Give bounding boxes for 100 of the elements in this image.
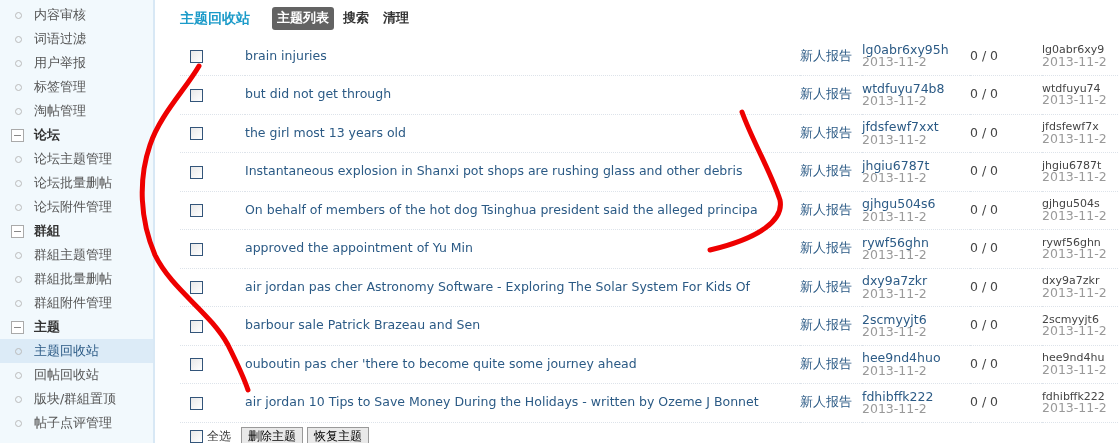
author-link[interactable]: hee9nd4huo bbox=[862, 351, 970, 365]
collapse-icon[interactable] bbox=[11, 224, 24, 238]
reply-count: 0 / 0 bbox=[970, 86, 999, 102]
forum-link[interactable]: 新人报告 bbox=[800, 201, 852, 217]
sidebar-item[interactable]: 群組批量删帖 bbox=[0, 267, 153, 291]
last-poster: lg0abr6xy9 bbox=[1042, 43, 1106, 56]
post-date: 2013-11-2 bbox=[862, 210, 927, 224]
reply-count: 0 / 0 bbox=[970, 278, 999, 294]
reply-count: 0 / 0 bbox=[970, 124, 999, 140]
forum-link[interactable]: 新人报告 bbox=[800, 163, 852, 179]
sidebar-item[interactable]: 论坛主题管理 bbox=[0, 147, 153, 171]
forum-link[interactable]: 新人报告 bbox=[800, 317, 852, 333]
forum-link[interactable]: 新人报告 bbox=[800, 240, 852, 256]
topic-link[interactable]: the girl most 13 years old bbox=[245, 124, 406, 140]
reply-count: 0 / 0 bbox=[970, 317, 999, 333]
last-post-date: 2013-11-2 bbox=[1042, 171, 1108, 184]
checkbox[interactable] bbox=[190, 242, 203, 256]
topic-link[interactable]: air jordan pas cher Astronomy Software - Exploring The Solar System For Kids Of bbox=[245, 278, 750, 294]
author-link[interactable]: jhgiu6787t bbox=[862, 158, 970, 173]
author-link[interactable]: wtdfuyu74b8 bbox=[862, 81, 970, 96]
sidebar-item[interactable]: 群組主题管理 bbox=[0, 243, 153, 267]
action-button[interactable]: 恢复主题 bbox=[307, 426, 369, 443]
checkbox[interactable] bbox=[190, 165, 203, 179]
section-title[interactable]: 论坛 bbox=[34, 125, 60, 145]
checkbox[interactable] bbox=[190, 358, 203, 372]
topic-link[interactable]: Instantaneous explosion in Shanxi pot shops are rushing glass and other debris bbox=[245, 163, 743, 179]
section-title[interactable]: 群組 bbox=[34, 221, 60, 241]
last-post-date: 2013-11-2 bbox=[1042, 363, 1108, 377]
author-link[interactable]: rywf56ghn bbox=[862, 235, 970, 250]
checkbox[interactable] bbox=[190, 429, 203, 443]
topic-link[interactable]: ouboutin pas cher 'there to become quite some journey ahead bbox=[245, 355, 637, 371]
last-poster: fdhibffk222 bbox=[1042, 390, 1106, 403]
author-link[interactable]: gjhgu504s6 bbox=[862, 197, 970, 211]
forum-link[interactable]: 新人报告 bbox=[800, 394, 852, 410]
topic-link[interactable]: brain injuries bbox=[245, 47, 327, 63]
reply-count: 0 / 0 bbox=[970, 355, 999, 371]
topic-link[interactable]: barbour sale Patrick Brazeau and Sen bbox=[245, 317, 481, 333]
post-date: 2013-11-2 bbox=[862, 364, 928, 378]
post-date: 2013-11-2 bbox=[862, 249, 927, 262]
last-poster: jhgiu6787t bbox=[1042, 159, 1102, 172]
last-poster: hee9nd4hu bbox=[1042, 352, 1106, 364]
sidebar-item[interactable]: 用户举报 bbox=[0, 51, 153, 75]
author-link[interactable]: fdhibffk222 bbox=[862, 389, 970, 404]
forum-link[interactable]: 新人报告 bbox=[800, 124, 852, 140]
sidebar-item[interactable]: 群組附件管理 bbox=[0, 291, 153, 315]
last-poster: rywf56ghn bbox=[1042, 236, 1101, 249]
sidebar-item[interactable]: 版块/群組置顶 bbox=[0, 387, 153, 411]
page-title: 主题回收站 bbox=[180, 9, 250, 28]
last-post-date: 2013-11-2 bbox=[1042, 286, 1108, 300]
select-all-label[interactable]: 全选 bbox=[207, 427, 231, 443]
collapse-icon[interactable] bbox=[11, 320, 24, 334]
collapse-icon[interactable] bbox=[11, 128, 24, 142]
forum-link[interactable]: 新人报告 bbox=[800, 278, 852, 294]
checkbox[interactable] bbox=[190, 319, 203, 333]
action-button[interactable]: 删除主题 bbox=[241, 426, 303, 443]
checkbox[interactable] bbox=[190, 88, 203, 102]
sidebar-item[interactable]: 淘帖管理 bbox=[0, 99, 153, 123]
last-poster: dxy9a7zkr bbox=[1042, 275, 1101, 287]
topic-link[interactable]: On behalf of members of the hot dog Tsinghua president said the alleged principa bbox=[245, 201, 758, 217]
sidebar-item[interactable]: 词语过滤 bbox=[0, 27, 153, 51]
topic-link[interactable]: air jordan 10 Tips to Save Money During the Holidays - written by Ozeme J Bonnet bbox=[245, 394, 759, 410]
post-date: 2013-11-2 bbox=[862, 287, 928, 301]
sidebar-item[interactable]: 论坛附件管理 bbox=[0, 195, 153, 219]
sidebar-item[interactable]: 帖子点评管理 bbox=[0, 411, 153, 435]
post-date: 2013-11-2 bbox=[862, 172, 927, 185]
checkbox[interactable] bbox=[190, 204, 203, 218]
author-link[interactable]: lg0abr6xy95h bbox=[862, 43, 970, 57]
author-link[interactable]: jfdsfewf7xxt bbox=[862, 120, 970, 134]
last-post-date: 2013-11-2 bbox=[1042, 132, 1108, 146]
sidebar-item[interactable]: 论坛批量删帖 bbox=[0, 171, 153, 195]
post-date: 2013-11-2 bbox=[862, 95, 927, 108]
last-post-date: 2013-11-2 bbox=[1042, 325, 1108, 338]
author-link[interactable]: 2scmyyjt6 bbox=[862, 312, 970, 327]
last-poster: gjhgu504s bbox=[1042, 198, 1101, 210]
checkbox[interactable] bbox=[190, 50, 203, 63]
sidebar-item[interactable]: 回帖回收站 bbox=[0, 363, 153, 387]
tab[interactable]: 清理 bbox=[378, 7, 414, 30]
tab[interactable]: 搜索 bbox=[338, 7, 374, 30]
last-poster: 2scmyyjt6 bbox=[1042, 313, 1099, 326]
forum-link[interactable]: 新人报告 bbox=[800, 86, 852, 102]
section-title[interactable]: 主题 bbox=[34, 317, 60, 337]
checkbox[interactable] bbox=[190, 127, 203, 141]
reply-count: 0 / 0 bbox=[970, 163, 999, 179]
sidebar-item[interactable]: 内容审核 bbox=[0, 3, 153, 27]
checkbox[interactable] bbox=[190, 396, 203, 410]
forum-link[interactable]: 新人报告 bbox=[800, 355, 852, 371]
forum-link[interactable]: 新人报告 bbox=[800, 47, 852, 63]
last-post-date: 2013-11-2 bbox=[1042, 209, 1108, 223]
topic-link[interactable]: approved the appointment of Yu Min bbox=[245, 240, 473, 256]
post-date: 2013-11-2 bbox=[862, 56, 927, 69]
checkbox[interactable] bbox=[190, 281, 203, 295]
sidebar-item[interactable]: 主题回收站 bbox=[0, 339, 153, 363]
tab[interactable]: 主题列表 bbox=[272, 7, 334, 30]
reply-count: 0 / 0 bbox=[970, 394, 999, 410]
last-poster: wtdfuyu74 bbox=[1042, 82, 1101, 95]
last-post-date: 2013-11-2 bbox=[1042, 55, 1108, 68]
topic-link[interactable]: but did not get through bbox=[245, 86, 392, 102]
author-link[interactable]: dxy9a7zkr bbox=[862, 274, 970, 288]
sidebar-item[interactable]: 标签管理 bbox=[0, 75, 153, 99]
last-post-date: 2013-11-2 bbox=[1042, 402, 1108, 415]
